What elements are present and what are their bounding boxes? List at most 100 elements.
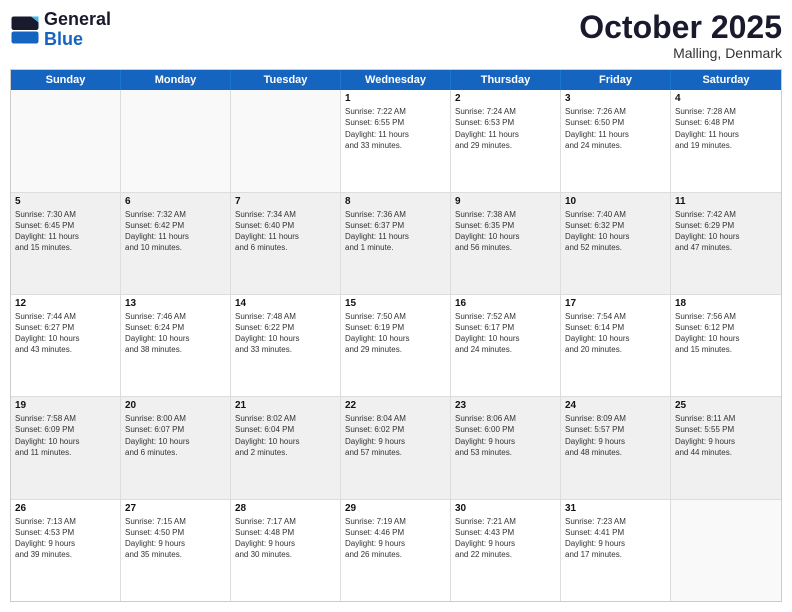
calendar-cell: 24 Sunrise: 8:09 AM Sunset: 5:57 PM Dayli… (561, 397, 671, 498)
day-number: 17 (565, 298, 666, 309)
day-number: 4 (675, 93, 777, 104)
day-info: Sunrise: 7:28 AM Sunset: 6:48 PM Dayligh… (675, 106, 777, 151)
calendar-cell: 25Sunrise: 8:11 AM Sunset: 5:55 PM Dayli… (671, 397, 781, 498)
day-info: Sunrise: 8:02 AM Sunset: 6:04 PM Dayligh… (235, 413, 336, 458)
calendar-cell: 31 Sunrise: 7:23 AM Sunset: 4:41 PM Dayli… (561, 500, 671, 601)
calendar-cell (231, 90, 341, 191)
weekday-header: Tuesday (231, 70, 341, 90)
day-info: Sunrise: 7:54 AM Sunset: 6:14 PM Dayligh… (565, 311, 666, 356)
calendar-cell: 16 Sunrise: 7:52 AM Sunset: 6:17 PM Dayli… (451, 295, 561, 396)
day-info: Sunrise: 7:32 AM Sunset: 6:42 PM Dayligh… (125, 209, 226, 254)
day-info: Sunrise: 7:52 AM Sunset: 6:17 PM Dayligh… (455, 311, 556, 356)
day-number: 10 (565, 196, 666, 207)
day-number: 9 (455, 196, 556, 207)
calendar-cell: 2 Sunrise: 7:24 AM Sunset: 6:53 PM Daylig… (451, 90, 561, 191)
day-info: Sunrise: 7:22 AM Sunset: 6:55 PM Dayligh… (345, 106, 446, 151)
day-number: 29 (345, 503, 446, 514)
day-info: Sunrise: 7:24 AM Sunset: 6:53 PM Dayligh… (455, 106, 556, 151)
day-number: 7 (235, 196, 336, 207)
weekday-header: Wednesday (341, 70, 451, 90)
day-number: 8 (345, 196, 446, 207)
calendar-cell: 23 Sunrise: 8:06 AM Sunset: 6:00 PM Dayli… (451, 397, 561, 498)
day-info: Sunrise: 7:15 AM Sunset: 4:50 PM Dayligh… (125, 516, 226, 561)
day-info: Sunrise: 7:13 AM Sunset: 4:53 PM Dayligh… (15, 516, 116, 561)
location: Malling, Denmark (579, 45, 782, 61)
day-info: Sunrise: 7:23 AM Sunset: 4:41 PM Dayligh… (565, 516, 666, 561)
day-number: 24 (565, 400, 666, 411)
calendar-cell: 6 Sunrise: 7:32 AM Sunset: 6:42 PM Daylig… (121, 193, 231, 294)
day-info: Sunrise: 8:06 AM Sunset: 6:00 PM Dayligh… (455, 413, 556, 458)
day-info: Sunrise: 7:48 AM Sunset: 6:22 PM Dayligh… (235, 311, 336, 356)
day-info: Sunrise: 7:30 AM Sunset: 6:45 PM Dayligh… (15, 209, 116, 254)
day-number: 15 (345, 298, 446, 309)
day-number: 3 (565, 93, 666, 104)
calendar-cell: 28 Sunrise: 7:17 AM Sunset: 4:48 PM Dayli… (231, 500, 341, 601)
day-number: 13 (125, 298, 226, 309)
calendar-cell: 26 Sunrise: 7:13 AM Sunset: 4:53 PM Dayli… (11, 500, 121, 601)
calendar-row: 26 Sunrise: 7:13 AM Sunset: 4:53 PM Dayli… (11, 500, 781, 601)
calendar-row: 12 Sunrise: 7:44 AM Sunset: 6:27 PM Dayli… (11, 295, 781, 397)
calendar-header: SundayMondayTuesdayWednesdayThursdayFrid… (11, 70, 781, 90)
day-number: 6 (125, 196, 226, 207)
day-number: 30 (455, 503, 556, 514)
day-info: Sunrise: 7:50 AM Sunset: 6:19 PM Dayligh… (345, 311, 446, 356)
calendar-cell (121, 90, 231, 191)
calendar-cell: 10Sunrise: 7:40 AM Sunset: 6:32 PM Dayli… (561, 193, 671, 294)
calendar-cell: 13 Sunrise: 7:46 AM Sunset: 6:24 PM Dayli… (121, 295, 231, 396)
calendar-row: 1 Sunrise: 7:22 AM Sunset: 6:55 PM Daylig… (11, 90, 781, 192)
day-info: Sunrise: 7:46 AM Sunset: 6:24 PM Dayligh… (125, 311, 226, 356)
logo-blue: Blue (44, 30, 111, 50)
day-info: Sunrise: 7:56 AM Sunset: 6:12 PM Dayligh… (675, 311, 777, 356)
day-number: 31 (565, 503, 666, 514)
day-number: 14 (235, 298, 336, 309)
day-number: 20 (125, 400, 226, 411)
day-info: Sunrise: 7:58 AM Sunset: 6:09 PM Dayligh… (15, 413, 116, 458)
page: General Blue October 2025 Malling, Denma… (0, 0, 792, 612)
header: General Blue October 2025 Malling, Denma… (10, 10, 782, 61)
day-number: 2 (455, 93, 556, 104)
title-area: October 2025 Malling, Denmark (579, 10, 782, 61)
day-number: 11 (675, 196, 777, 207)
day-info: Sunrise: 7:17 AM Sunset: 4:48 PM Dayligh… (235, 516, 336, 561)
day-info: Sunrise: 8:11 AM Sunset: 5:55 PM Dayligh… (675, 413, 777, 458)
calendar-row: 19 Sunrise: 7:58 AM Sunset: 6:09 PM Dayli… (11, 397, 781, 499)
calendar-cell: 20Sunrise: 8:00 AM Sunset: 6:07 PM Dayli… (121, 397, 231, 498)
day-info: Sunrise: 7:19 AM Sunset: 4:46 PM Dayligh… (345, 516, 446, 561)
calendar-cell: 12 Sunrise: 7:44 AM Sunset: 6:27 PM Dayli… (11, 295, 121, 396)
calendar-cell: 30 Sunrise: 7:21 AM Sunset: 4:43 PM Dayli… (451, 500, 561, 601)
calendar-cell: 9 Sunrise: 7:38 AM Sunset: 6:35 PM Daylig… (451, 193, 561, 294)
day-info: Sunrise: 7:36 AM Sunset: 6:37 PM Dayligh… (345, 209, 446, 254)
day-info: Sunrise: 8:09 AM Sunset: 5:57 PM Dayligh… (565, 413, 666, 458)
calendar-cell: 29 Sunrise: 7:19 AM Sunset: 4:46 PM Dayli… (341, 500, 451, 601)
day-number: 19 (15, 400, 116, 411)
day-number: 28 (235, 503, 336, 514)
day-info: Sunrise: 7:42 AM Sunset: 6:29 PM Dayligh… (675, 209, 777, 254)
calendar-cell: 1 Sunrise: 7:22 AM Sunset: 6:55 PM Daylig… (341, 90, 451, 191)
calendar-row: 5 Sunrise: 7:30 AM Sunset: 6:45 PM Daylig… (11, 193, 781, 295)
weekday-header: Thursday (451, 70, 561, 90)
calendar: SundayMondayTuesdayWednesdayThursdayFrid… (10, 69, 782, 602)
day-info: Sunrise: 7:44 AM Sunset: 6:27 PM Dayligh… (15, 311, 116, 356)
calendar-cell: 18Sunrise: 7:56 AM Sunset: 6:12 PM Dayli… (671, 295, 781, 396)
calendar-body: 1 Sunrise: 7:22 AM Sunset: 6:55 PM Daylig… (11, 90, 781, 601)
day-number: 26 (15, 503, 116, 514)
day-info: Sunrise: 7:21 AM Sunset: 4:43 PM Dayligh… (455, 516, 556, 561)
day-info: Sunrise: 7:34 AM Sunset: 6:40 PM Dayligh… (235, 209, 336, 254)
day-number: 16 (455, 298, 556, 309)
day-info: Sunrise: 8:04 AM Sunset: 6:02 PM Dayligh… (345, 413, 446, 458)
logo-text: General Blue (44, 10, 111, 50)
day-info: Sunrise: 7:38 AM Sunset: 6:35 PM Dayligh… (455, 209, 556, 254)
month-title: October 2025 (579, 10, 782, 45)
day-number: 22 (345, 400, 446, 411)
calendar-cell: 21Sunrise: 8:02 AM Sunset: 6:04 PM Dayli… (231, 397, 341, 498)
calendar-cell (671, 500, 781, 601)
calendar-cell (11, 90, 121, 191)
calendar-cell: 22 Sunrise: 8:04 AM Sunset: 6:02 PM Dayli… (341, 397, 451, 498)
weekday-header: Monday (121, 70, 231, 90)
day-number: 5 (15, 196, 116, 207)
weekday-header: Saturday (671, 70, 781, 90)
day-number: 23 (455, 400, 556, 411)
day-number: 1 (345, 93, 446, 104)
day-info: Sunrise: 7:26 AM Sunset: 6:50 PM Dayligh… (565, 106, 666, 151)
day-number: 12 (15, 298, 116, 309)
